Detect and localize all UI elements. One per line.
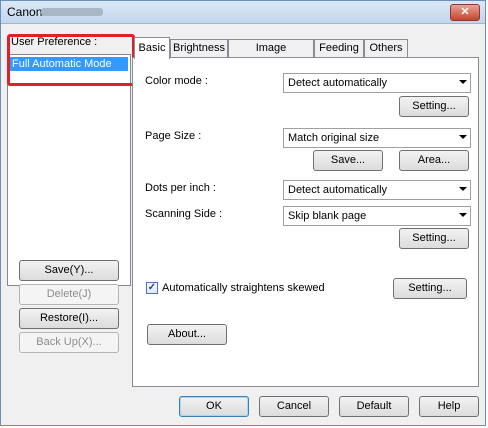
tab-strip: Basic Brightness Image processing Feedin… [132,37,479,71]
delete-preference-button[interactable]: Delete(J) [19,284,119,305]
color-mode-setting-button[interactable]: Setting... [399,96,469,117]
page-size-save-button[interactable]: Save... [313,150,383,171]
restore-preference-button[interactable]: Restore(I)... [19,308,119,329]
page-size-label: Page Size : [145,130,202,142]
scanning-side-select[interactable]: Skip blank page [283,206,471,226]
dpi-select[interactable]: Detect automatically [283,180,471,200]
user-preference-list[interactable]: Full Automatic Mode [7,54,131,286]
help-button[interactable]: Help [419,396,479,417]
user-preference-panel: User Preference : Full Automatic Mode Sa… [7,34,135,418]
color-mode-select[interactable]: Detect automatically [283,73,471,93]
tab-basic[interactable]: Basic [134,37,170,59]
redacted-model-name [41,8,103,16]
close-button[interactable]: ✕ [450,4,480,21]
color-mode-label: Color mode : [145,75,208,87]
backup-preference-button[interactable]: Back Up(X)... [19,332,119,353]
dpi-label: Dots per inch : [145,182,216,194]
settings-tabs: Basic Brightness Image processing Feedin… [132,37,479,387]
highlight-box [7,34,135,86]
chevron-down-icon [459,213,467,217]
window-title: Canon [7,5,43,19]
scanner-settings-window: Canon ✕ User Preference : Full Automatic… [0,0,486,426]
tab-others[interactable]: Others [364,39,408,58]
cancel-button[interactable]: Cancel [259,396,329,417]
page-size-value: Match original size [288,132,380,144]
straighten-label: Automatically straightens skewed [162,282,325,294]
dpi-value: Detect automatically [288,184,388,196]
page-size-area-button[interactable]: Area... [399,150,469,171]
about-button[interactable]: About... [147,324,227,345]
default-button[interactable]: Default [339,396,409,417]
ok-button[interactable]: OK [179,396,249,417]
basic-tab-page: Color mode : Detect automatically Settin… [132,57,479,387]
scanning-side-setting-button[interactable]: Setting... [399,228,469,249]
tab-brightness[interactable]: Brightness [170,39,228,58]
save-preference-button[interactable]: Save(Y)... [19,260,119,281]
color-mode-value: Detect automatically [288,77,388,89]
tab-image-processing[interactable]: Image processing [228,39,314,71]
scanning-side-value: Skip blank page [288,210,367,222]
scanning-side-label: Scanning Side : [145,208,223,220]
chevron-down-icon [459,187,467,191]
tab-feeding[interactable]: Feeding [314,39,364,58]
page-size-select[interactable]: Match original size [283,128,471,148]
straighten-setting-button[interactable]: Setting... [393,278,467,299]
title-bar: Canon ✕ [1,1,485,24]
straighten-checkbox[interactable]: ✓ [146,282,158,294]
chevron-down-icon [459,135,467,139]
chevron-down-icon [459,80,467,84]
